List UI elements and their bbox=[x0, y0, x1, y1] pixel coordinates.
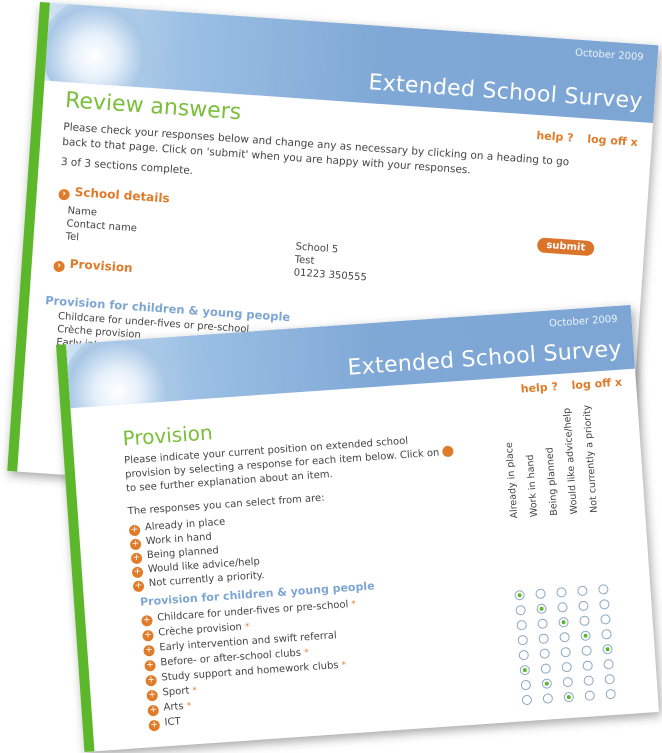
plus-icon[interactable]: + bbox=[131, 566, 144, 579]
response-radio[interactable] bbox=[605, 688, 617, 700]
arrow-right-icon: › bbox=[53, 260, 65, 273]
log-off-link[interactable]: log off x bbox=[571, 376, 622, 392]
column-header-being-planned: Being planned bbox=[544, 446, 561, 517]
response-radio[interactable] bbox=[584, 690, 596, 701]
page-title: Review answers bbox=[64, 88, 243, 126]
provision-item-label: ICT bbox=[164, 716, 182, 729]
date-label: October 2009 bbox=[548, 313, 618, 330]
plus-icon[interactable]: + bbox=[128, 524, 141, 537]
school-details-values: School 5 Test 01223 350555 bbox=[293, 240, 369, 284]
plus-icon bbox=[442, 445, 454, 458]
required-marker: * bbox=[341, 660, 347, 671]
plus-icon[interactable]: + bbox=[141, 614, 153, 627]
provision-heading-label: Provision bbox=[69, 256, 134, 276]
plus-icon[interactable]: + bbox=[130, 552, 143, 565]
required-marker: * bbox=[303, 648, 310, 659]
plus-icon[interactable]: + bbox=[146, 689, 159, 702]
provision-heading[interactable]: › Provision bbox=[53, 256, 133, 277]
school-details-labels: Name Contact name Tel bbox=[65, 204, 138, 248]
submit-button[interactable]: submit bbox=[536, 237, 595, 257]
survey-title: Extended School Survey bbox=[367, 70, 644, 115]
plus-icon[interactable]: + bbox=[145, 674, 158, 687]
column-header-would-like-advice: Would like advice/help bbox=[561, 407, 581, 515]
plus-icon[interactable]: + bbox=[142, 629, 154, 642]
column-header-work-in-hand: Work in hand bbox=[524, 454, 541, 518]
response-radio[interactable] bbox=[563, 691, 575, 703]
response-radio[interactable] bbox=[521, 694, 533, 706]
provision-item-label: Sport bbox=[162, 685, 190, 699]
provision-items-list: + Childcare for under-fives or pre-school… bbox=[141, 597, 364, 732]
responses-intro: The responses you can select from are: bbox=[127, 492, 325, 518]
plus-icon[interactable]: + bbox=[144, 659, 156, 672]
response-radio[interactable] bbox=[542, 693, 554, 704]
provision-page: October 2009 Extended School Survey help… bbox=[56, 304, 660, 753]
plus-icon[interactable]: + bbox=[147, 704, 160, 717]
school-details-heading-label: School details bbox=[74, 184, 171, 206]
completion-status: 3 of 3 sections complete. bbox=[60, 155, 194, 178]
provision-item-label: Arts bbox=[163, 700, 185, 714]
plus-icon[interactable]: + bbox=[148, 719, 161, 732]
intro-text: Please check your responses below and ch… bbox=[61, 120, 570, 177]
column-headers: Already in place Work in hand Being plan… bbox=[502, 400, 639, 519]
arrow-right-icon: › bbox=[58, 188, 70, 201]
required-marker: * bbox=[192, 686, 198, 697]
date-label: October 2009 bbox=[574, 47, 644, 64]
help-link[interactable]: help ? bbox=[536, 129, 574, 145]
utility-links: help ? log off x bbox=[526, 128, 638, 149]
utility-links: help ? log off x bbox=[510, 376, 622, 397]
required-marker: * bbox=[351, 599, 357, 611]
page-title: Provision bbox=[121, 420, 214, 451]
column-header-already-in-place: Already in place bbox=[503, 441, 521, 519]
column-header-not-a-priority: Not currently a priority bbox=[581, 404, 601, 514]
help-link[interactable]: help ? bbox=[520, 380, 558, 396]
plus-icon[interactable]: + bbox=[132, 580, 145, 593]
plus-icon[interactable]: + bbox=[143, 644, 155, 657]
response-options-list: + Already in place + Work in hand + Being p… bbox=[128, 513, 265, 593]
response-grid bbox=[514, 578, 627, 706]
log-off-link[interactable]: log off x bbox=[587, 133, 638, 149]
required-marker: * bbox=[244, 622, 250, 633]
plus-icon[interactable]: + bbox=[129, 538, 142, 551]
required-marker: * bbox=[186, 701, 192, 712]
survey-title: Extended School Survey bbox=[346, 336, 623, 381]
